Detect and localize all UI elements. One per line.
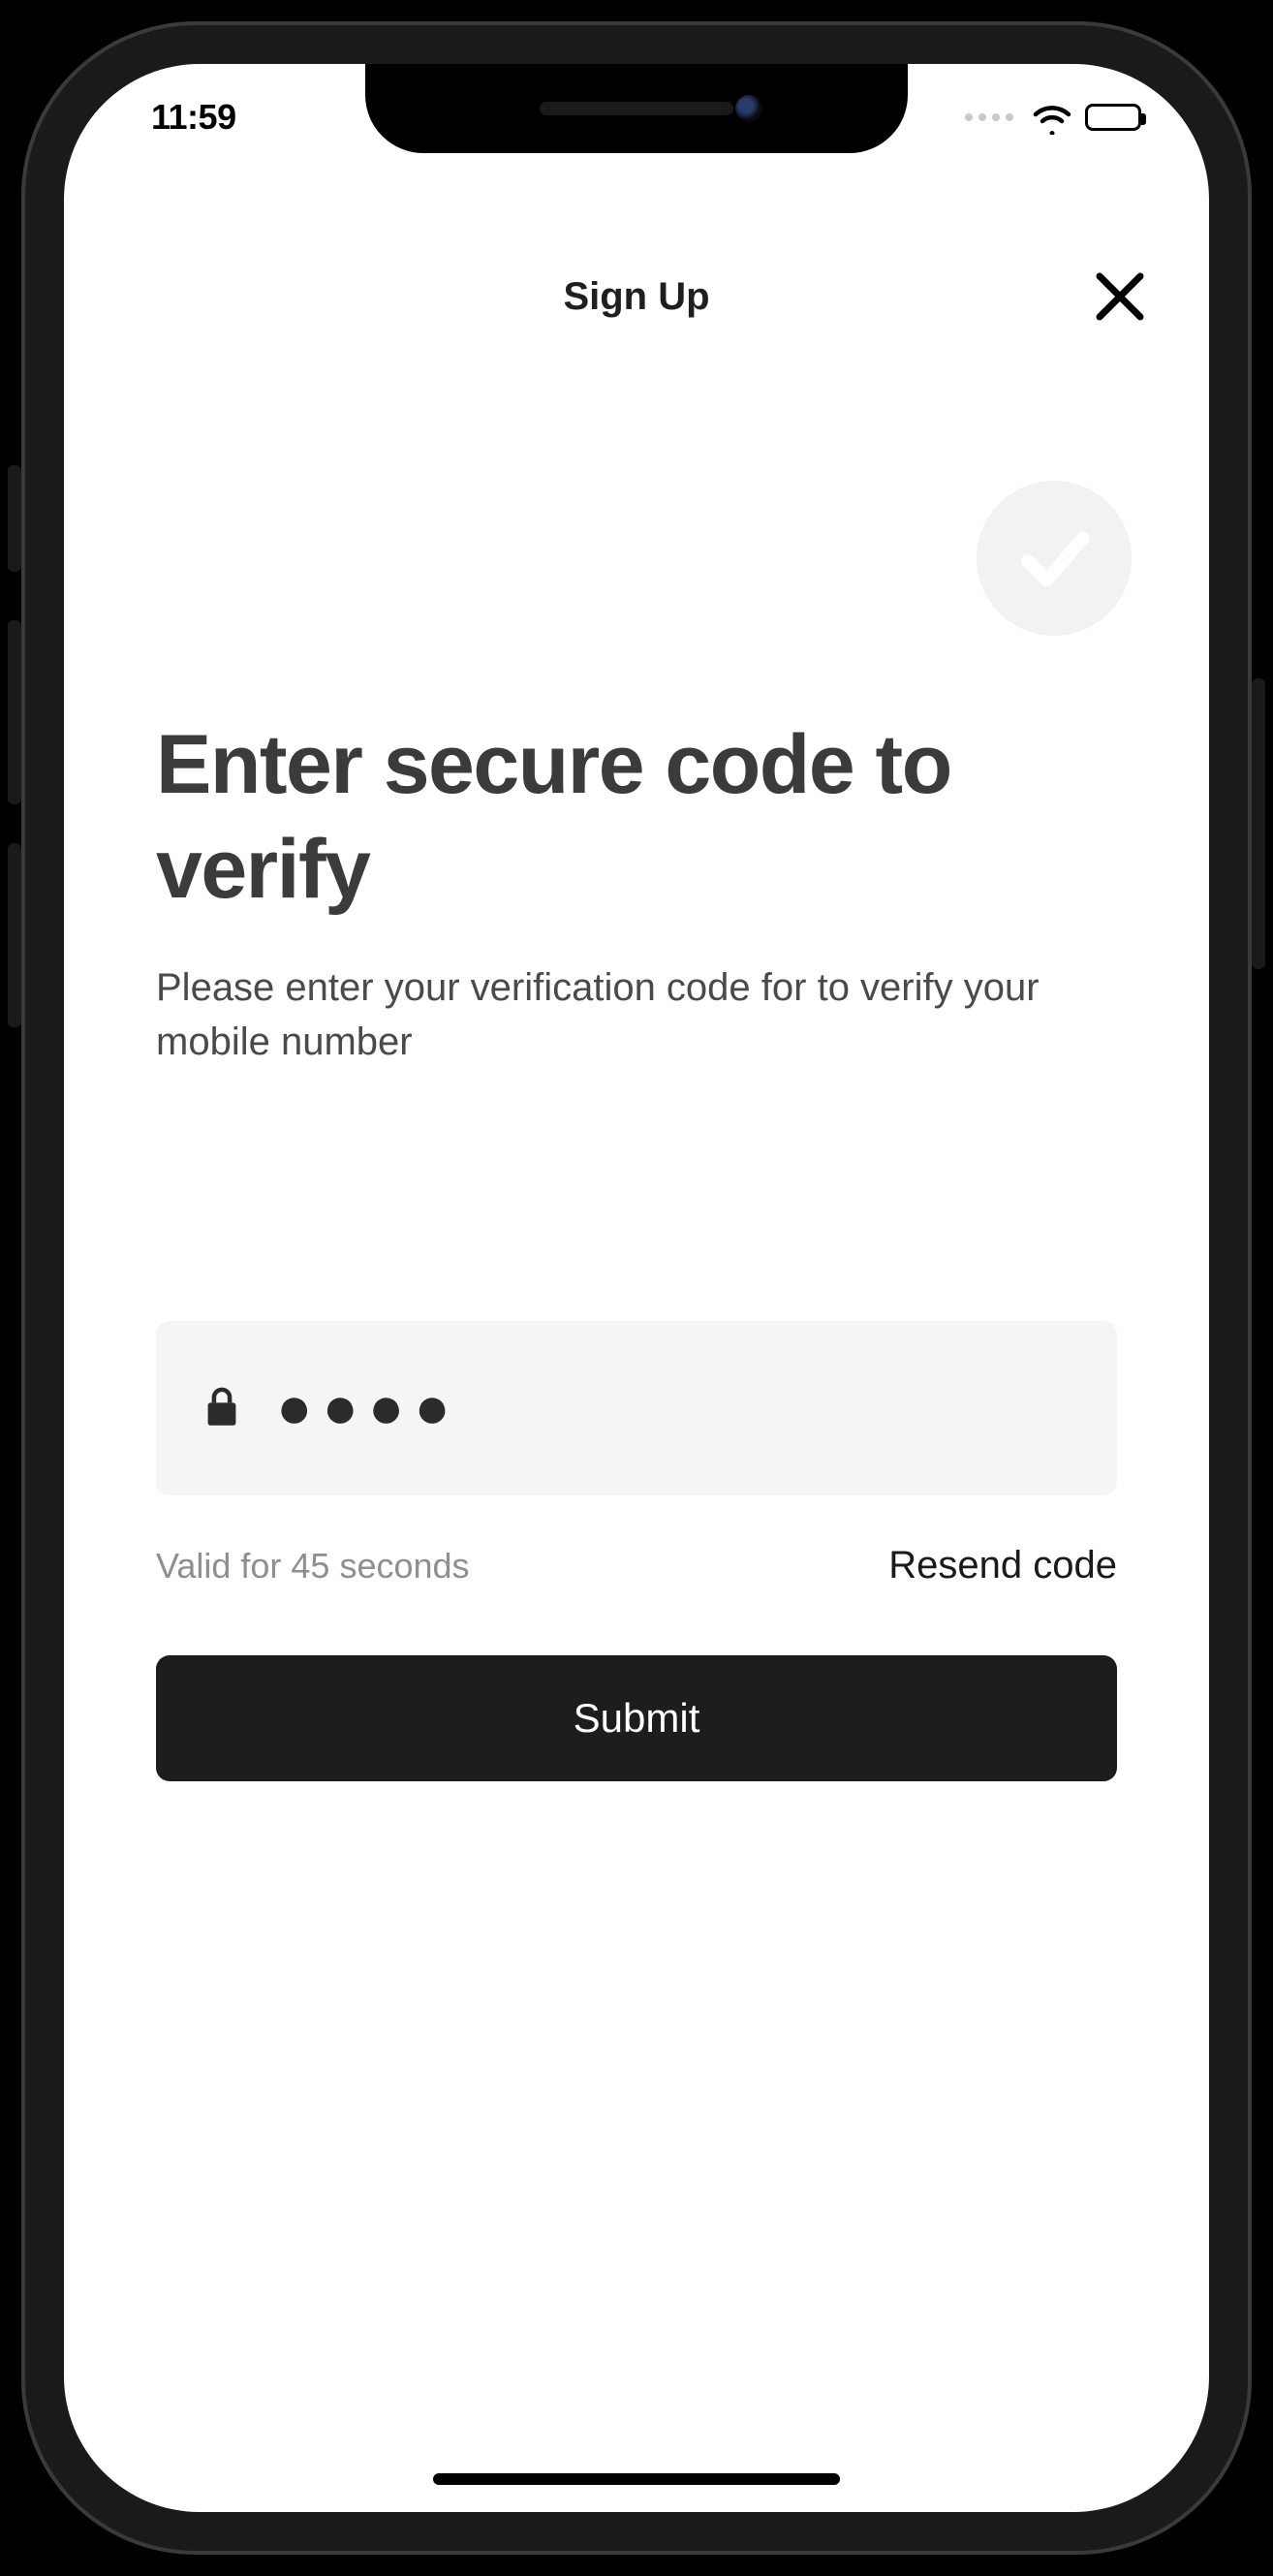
checkmark-icon bbox=[1010, 515, 1098, 602]
status-bar: 11:59 bbox=[64, 64, 1209, 171]
page-subtitle: Please enter your verification code for … bbox=[156, 960, 1117, 1069]
device-volume-down bbox=[8, 843, 21, 1027]
code-meta-row: Valid for 45 seconds Resend code bbox=[156, 1544, 1117, 1587]
page-title: Enter secure code to verify bbox=[156, 713, 1117, 922]
close-button[interactable] bbox=[1089, 266, 1151, 328]
submit-button[interactable]: Submit bbox=[156, 1655, 1117, 1781]
success-badge bbox=[977, 481, 1132, 636]
wifi-icon bbox=[1033, 103, 1071, 132]
nav-title: Sign Up bbox=[563, 275, 709, 319]
device-power-button bbox=[1252, 678, 1265, 969]
code-input-value: ●●●● bbox=[276, 1378, 460, 1438]
validity-text: Valid for 45 seconds bbox=[156, 1546, 470, 1586]
lock-icon bbox=[204, 1385, 239, 1432]
device-screen: 11:59 Sign Up bbox=[64, 64, 1209, 2512]
home-indicator[interactable] bbox=[433, 2473, 840, 2485]
submit-button-label: Submit bbox=[574, 1695, 700, 1742]
resend-code-link[interactable]: Resend code bbox=[888, 1544, 1117, 1587]
nav-header: Sign Up bbox=[64, 248, 1209, 345]
status-right bbox=[965, 103, 1141, 132]
cellular-dots-icon bbox=[965, 113, 1013, 121]
main-content: Enter secure code to verify Please enter… bbox=[156, 713, 1117, 1781]
battery-icon bbox=[1085, 104, 1141, 131]
close-icon bbox=[1093, 269, 1147, 324]
device-silence-switch bbox=[8, 465, 21, 572]
status-time: 11:59 bbox=[151, 97, 236, 138]
device-volume-up bbox=[8, 620, 21, 804]
code-input[interactable]: ●●●● bbox=[156, 1321, 1117, 1495]
device-frame: 11:59 Sign Up bbox=[21, 21, 1252, 2555]
